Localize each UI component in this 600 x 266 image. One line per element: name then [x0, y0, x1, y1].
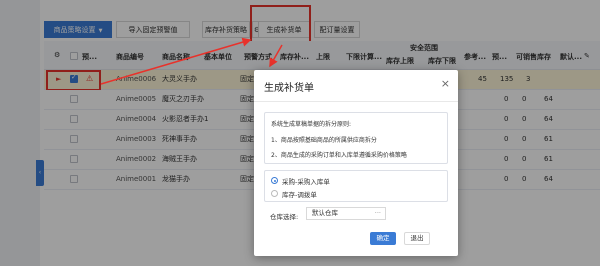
split-rule-1: 1、商品按照基础商品的所属供应商拆分 — [271, 137, 377, 144]
quit-button[interactable]: 退出 — [404, 232, 430, 245]
split-rule-2: 2、商品生成的采购订单和入库单遵循采购价格策略 — [271, 152, 407, 159]
more-icon[interactable]: ··· — [375, 208, 381, 219]
radio-transfer-label[interactable]: 库存-调拨单 — [282, 189, 317, 199]
warehouse-select[interactable]: 默认仓库 ··· — [306, 207, 386, 220]
dialog-divider — [254, 101, 458, 102]
confirm-button[interactable]: 确定 — [370, 232, 396, 245]
close-icon[interactable]: × — [441, 77, 450, 90]
generate-order-dialog: 生成补货单 × 系统生成草稿单据的拆分原则: 1、商品按照基础商品的所属供应商拆… — [254, 70, 458, 256]
warehouse-label: 仓库选择: — [270, 213, 299, 221]
radio-purchase-label[interactable]: 采购-采购入库单 — [282, 176, 330, 186]
split-rules-intro: 系统生成草稿单据的拆分原则: — [271, 121, 352, 128]
radio-transfer[interactable] — [271, 190, 278, 197]
order-type-box: 采购-采购入库单 库存-调拨单 — [264, 170, 448, 202]
dialog-title: 生成补货单 — [264, 83, 314, 94]
radio-purchase[interactable] — [271, 177, 278, 184]
split-rules-box: 系统生成草稿单据的拆分原则: 1、商品按照基础商品的所属供应商拆分 2、商品生成… — [264, 112, 448, 164]
